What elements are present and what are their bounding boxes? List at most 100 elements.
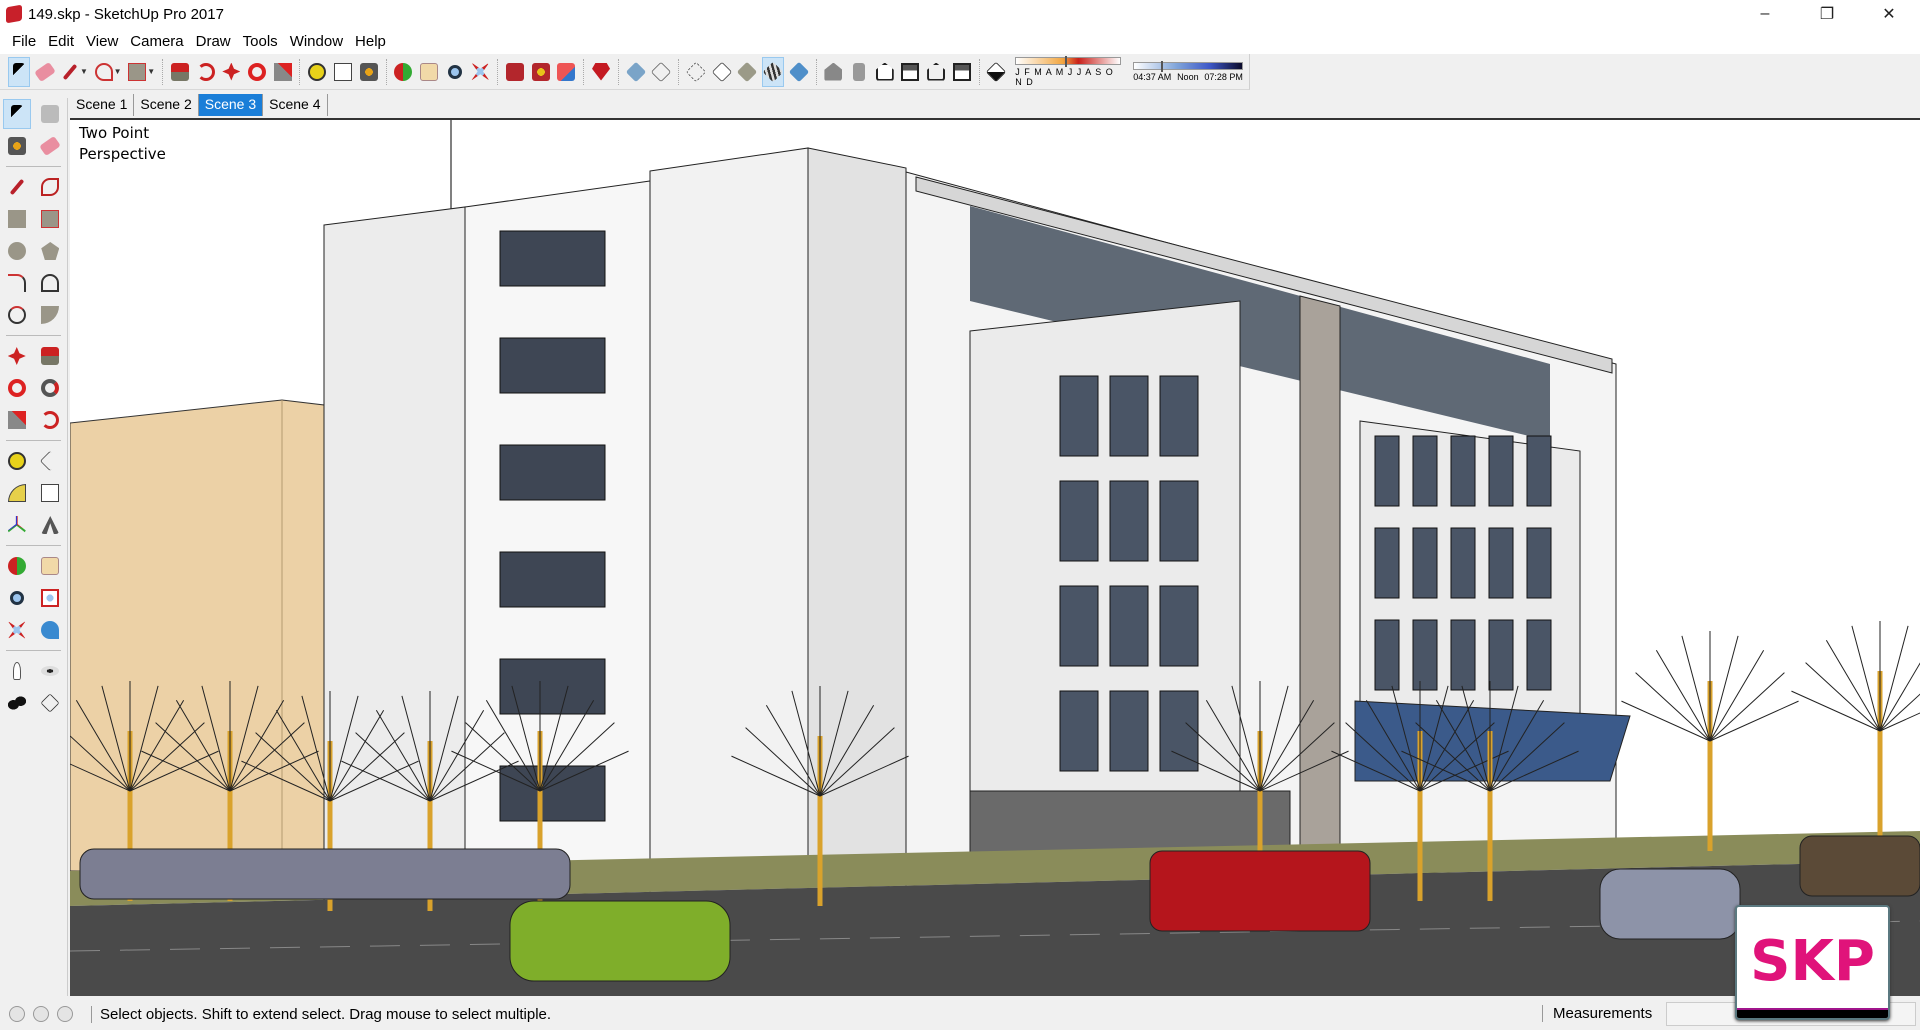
menu-edit[interactable]: Edit [42, 33, 80, 50]
back-view-button[interactable] [925, 57, 947, 87]
text-button[interactable] [36, 478, 64, 508]
select-tool-button[interactable] [8, 56, 30, 87]
freehand-button[interactable] [36, 172, 64, 202]
pan-button[interactable] [418, 57, 440, 87]
geolocation-icon[interactable] [9, 1006, 25, 1022]
menu-view[interactable]: View [80, 33, 124, 50]
follow-me-button[interactable] [195, 57, 217, 87]
text-tool-button[interactable] [332, 57, 354, 87]
pie-button[interactable] [36, 300, 64, 330]
shaded-with-textures-button[interactable] [762, 56, 784, 87]
follow-me-button[interactable] [36, 373, 64, 403]
menu-draw[interactable]: Draw [190, 33, 237, 50]
polygon-button[interactable] [36, 236, 64, 266]
tape-measure-button[interactable] [306, 57, 328, 87]
previous-view-button[interactable] [36, 615, 64, 645]
tape-measure-button[interactable] [3, 446, 31, 476]
move-button[interactable] [220, 57, 242, 87]
right-view-button[interactable] [900, 57, 922, 87]
user-account-icon[interactable] [57, 1006, 73, 1022]
look-around-button[interactable] [36, 656, 64, 686]
back-edges-button[interactable] [651, 57, 673, 87]
month-slider[interactable]: J F M A M J J A S O N D [1015, 55, 1122, 87]
pan-button[interactable] [36, 551, 64, 581]
hidden-line-button[interactable] [711, 57, 733, 87]
wireframe-button[interactable] [685, 57, 707, 87]
shadows-toggle-button[interactable] [986, 57, 1008, 87]
line-dropdown-icon[interactable]: ▼ [80, 67, 88, 76]
iso-view-button[interactable] [823, 57, 845, 87]
text-label-icon [333, 62, 352, 81]
send-to-layout-button[interactable] [556, 57, 578, 87]
zoom-button[interactable] [444, 57, 466, 87]
top-view-button[interactable] [848, 57, 870, 87]
month-slider-thumb[interactable] [1065, 55, 1068, 67]
scale-button[interactable] [272, 57, 294, 87]
zoom-extents-button[interactable] [470, 57, 492, 87]
time-slider-thumb[interactable] [1161, 60, 1164, 72]
zoom-window-button[interactable] [36, 583, 64, 613]
3d-viewport[interactable]: Two Point Perspective [70, 118, 1920, 996]
zoom-button[interactable] [3, 583, 31, 613]
rectangle-button[interactable] [3, 204, 31, 234]
two-point-arc-button[interactable] [36, 268, 64, 298]
menu-tools[interactable]: Tools [237, 33, 284, 50]
eraser-tool-button[interactable] [33, 57, 56, 87]
walk-button[interactable] [3, 688, 31, 718]
move-button[interactable] [3, 341, 31, 371]
zoom-extents-button[interactable] [3, 615, 31, 645]
arc-button[interactable] [3, 268, 31, 298]
rotated-rectangle-button[interactable] [36, 204, 64, 234]
close-button[interactable]: ✕ [1860, 0, 1918, 28]
ruby-console-button[interactable] [590, 57, 612, 87]
credits-icon[interactable] [33, 1006, 49, 1022]
position-camera-button[interactable] [3, 656, 31, 686]
line-button[interactable] [3, 172, 31, 202]
time-slider[interactable]: 04:37 AM Noon 07:28 PM [1133, 60, 1243, 82]
extension-warehouse-button[interactable] [530, 57, 552, 87]
rectangle-dropdown-icon[interactable]: ▼ [147, 67, 155, 76]
paint-bucket-button[interactable] [3, 131, 31, 161]
protractor-button[interactable] [3, 478, 31, 508]
push-pull-button-left[interactable] [36, 341, 64, 371]
rotate-button[interactable] [246, 57, 268, 87]
eraser-button[interactable] [36, 131, 64, 161]
restore-button[interactable]: ❐ [1798, 0, 1856, 28]
menu-file[interactable]: File [6, 33, 42, 50]
three-point-arc-button[interactable] [3, 300, 31, 330]
offset-button[interactable] [36, 405, 64, 435]
xray-button[interactable] [625, 57, 647, 87]
arc-icon [7, 274, 26, 292]
circle-button[interactable] [3, 236, 31, 266]
tab-scene-4[interactable]: Scene 4 [263, 94, 328, 116]
section-plane-button[interactable] [36, 688, 64, 718]
orbit-button[interactable] [393, 57, 415, 87]
dimension-button[interactable] [36, 446, 64, 476]
monochrome-button[interactable] [788, 57, 810, 87]
menu-camera[interactable]: Camera [124, 33, 189, 50]
minimize-button[interactable]: – [1736, 0, 1794, 28]
menu-help[interactable]: Help [349, 33, 392, 50]
select-button[interactable] [2, 99, 31, 129]
push-pull-button[interactable] [169, 57, 191, 87]
front-view-button[interactable] [874, 57, 896, 87]
tab-scene-3[interactable]: Scene 3 [198, 94, 264, 116]
axes-button[interactable] [3, 510, 31, 540]
line-tool-button[interactable] [59, 57, 81, 87]
left-view-button[interactable] [951, 57, 973, 87]
arc-dropdown-icon[interactable]: ▼ [114, 67, 122, 76]
scale-button[interactable] [3, 405, 31, 435]
shaded-button[interactable] [737, 57, 759, 87]
3d-text-button[interactable] [36, 510, 64, 540]
orbit-button[interactable] [3, 551, 31, 581]
3d-warehouse-button[interactable] [504, 57, 526, 87]
rectangle-tool-button[interactable] [127, 57, 149, 87]
rotate-button[interactable] [3, 373, 31, 403]
menu-window[interactable]: Window [284, 33, 349, 50]
arc-tool-button[interactable] [93, 57, 115, 87]
paint-bucket-button[interactable] [358, 57, 380, 87]
window-title: 149.skp - SketchUp Pro 2017 [28, 5, 224, 23]
tab-scene-2[interactable]: Scene 2 [134, 94, 199, 116]
make-component-button[interactable] [36, 99, 64, 129]
tab-scene-1[interactable]: Scene 1 [70, 94, 135, 116]
